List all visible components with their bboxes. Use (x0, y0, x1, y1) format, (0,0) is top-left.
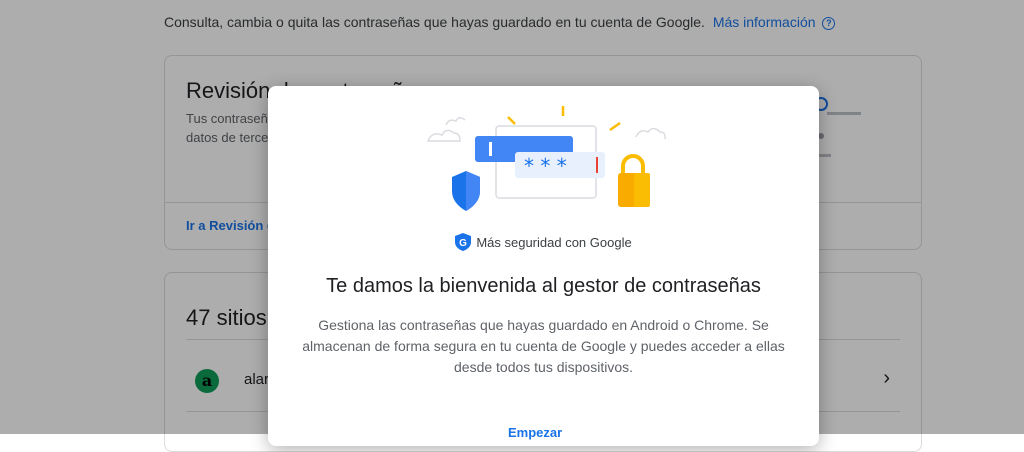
welcome-dialog: * * * G Más seguridad con Google Te damo… (268, 86, 819, 446)
password-mask: * * * (524, 154, 567, 178)
dialog-body: Gestiona las contraseñas que hayas guard… (302, 317, 785, 375)
password-security-illustration: * * * (426, 106, 666, 211)
dialog-title: Te damos la bienvenida al gestor de cont… (326, 275, 761, 297)
svg-text:G: G (459, 238, 467, 249)
security-badge: G Más seguridad con Google (268, 233, 819, 251)
start-button[interactable]: Empezar (508, 425, 562, 440)
google-shield-icon: G (455, 233, 472, 251)
security-badge-text: Más seguridad con Google (476, 235, 632, 250)
